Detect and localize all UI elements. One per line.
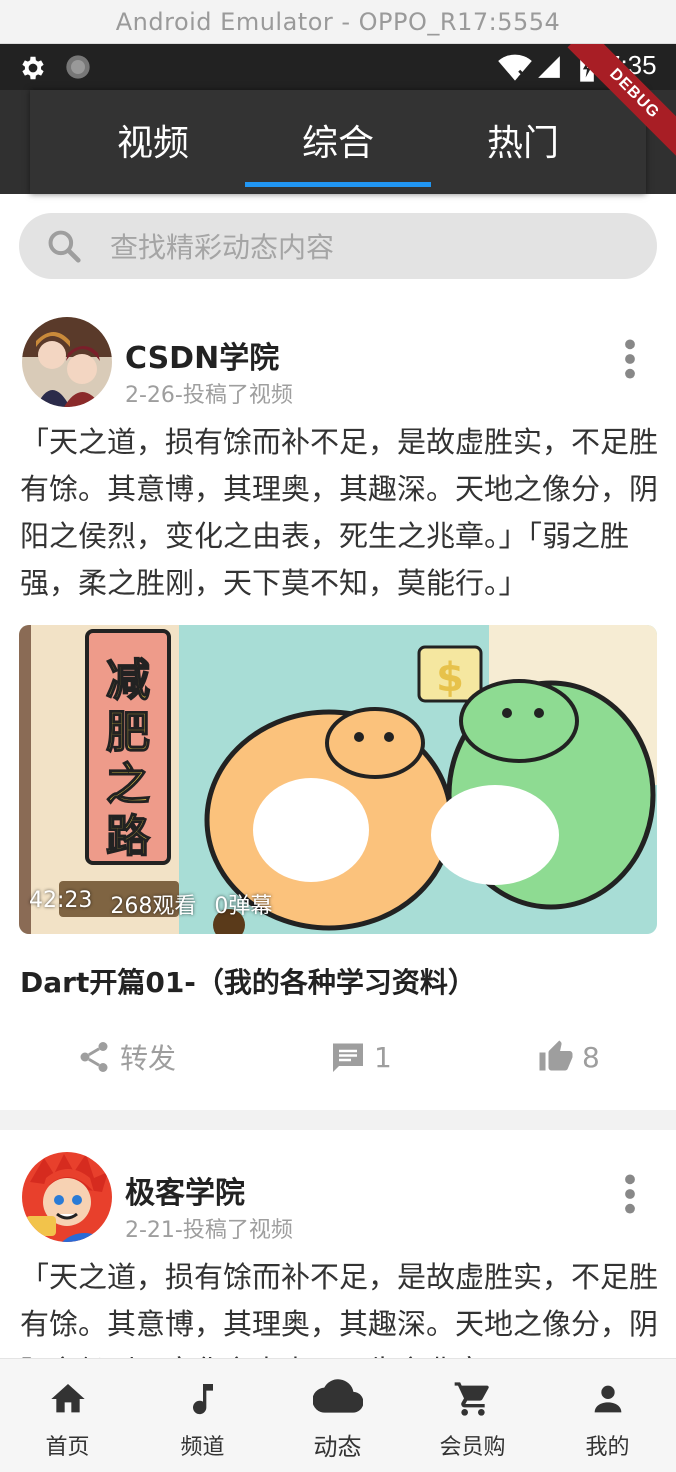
sign-char-1: 肥 — [106, 707, 150, 758]
nav-label: 首页 — [45, 1435, 90, 1460]
comment-count: 1 — [374, 1040, 392, 1074]
nav-item-mine[interactable]: 我的 — [540, 1359, 675, 1472]
post-divider — [0, 1110, 676, 1130]
nav-label: 动态 — [313, 1433, 362, 1461]
video-title[interactable]: Dart开篇01-（我的各种学习资料） — [20, 961, 476, 1001]
home-icon — [50, 1384, 85, 1413]
music-note-icon — [192, 1384, 213, 1415]
post-actions: 转发 1 8 — [0, 1015, 676, 1101]
author-name[interactable]: 极客学院 — [125, 1168, 245, 1212]
top-tab-bar: 视频 综合 热门 — [0, 90, 676, 194]
video-views: 268观看 — [110, 894, 197, 919]
video-stats: 42:23 268观看 0弹幕 — [29, 888, 272, 920]
post-text[interactable]: 「天之道，损有馀而补不足，是故虚胜实，不足胜有馀。其意博，其理奥，其趣深。天地之… — [20, 419, 660, 607]
nav-label: 频道 — [180, 1435, 225, 1460]
emulator-title: Android Emulator - OPPO_R17:5554 — [0, 0, 676, 44]
nav-label: 我的 — [585, 1435, 630, 1460]
tab-video[interactable]: 视频 — [60, 90, 246, 190]
nav-item-dynamic[interactable]: 动态 — [270, 1359, 405, 1472]
post-meta: 2-26-投稿了视频 — [125, 383, 293, 408]
share-label: 转发 — [120, 1042, 177, 1075]
post-card: 极客学院 2-21-投稿了视频 「天之道，损有馀而补不足，是故虚胜实，不足胜有馀… — [0, 1130, 676, 1388]
battery-charging-icon — [580, 53, 594, 82]
post-meta: 2-21-投稿了视频 — [125, 1218, 293, 1243]
author-name[interactable]: CSDN学院 — [125, 333, 279, 377]
share-icon — [80, 1042, 108, 1072]
search-input[interactable]: 查找精彩动态内容 — [19, 213, 657, 279]
status-time: 7:35 — [606, 50, 657, 80]
sign-char-0: 减 — [106, 655, 150, 706]
tab-hot[interactable]: 热门 — [430, 90, 616, 190]
more-vert-icon[interactable] — [614, 1172, 646, 1216]
nav-item-home[interactable]: 首页 — [0, 1359, 135, 1472]
sign-char-2: 之 — [106, 759, 150, 810]
nav-item-channel[interactable]: 频道 — [135, 1359, 270, 1472]
status-bar: 7:35 — [0, 44, 676, 90]
post-card: CSDN学院 2-26-投稿了视频 「天之道，损有馀而补不足，是故虚胜实，不足胜… — [0, 295, 676, 1110]
share-button[interactable]: 转发 — [76, 1037, 176, 1077]
person-icon — [594, 1385, 621, 1413]
bottom-navigation: 首页 频道 动态 会员购 我的 — [0, 1358, 676, 1472]
svg-text:$: $ — [436, 655, 464, 701]
tab-indicator — [245, 182, 431, 187]
search-icon — [48, 230, 81, 263]
settings-gear-icon — [22, 56, 44, 80]
video-thumbnail[interactable]: 减 肥 之 路 $ 42:23 268观看 0弹幕 — [19, 625, 657, 934]
tab-comprehensive[interactable]: 综合 — [245, 90, 431, 190]
wifi-icon — [498, 54, 532, 81]
cloud-icon — [312, 1379, 363, 1413]
like-count: 8 — [582, 1040, 600, 1074]
avatar[interactable] — [22, 317, 112, 407]
comment-button[interactable]: 1 — [330, 1037, 392, 1077]
video-duration: 42:23 — [29, 888, 93, 913]
sign-char-3: 路 — [106, 811, 151, 862]
search-placeholder: 查找精彩动态内容 — [110, 231, 335, 264]
like-button[interactable]: 8 — [538, 1037, 600, 1077]
video-danmaku: 0弹幕 — [214, 894, 273, 919]
cell-signal-icon — [538, 56, 560, 78]
avatar[interactable] — [22, 1152, 112, 1242]
more-vert-icon[interactable] — [614, 337, 646, 381]
nav-item-member-shop[interactable]: 会员购 — [405, 1359, 540, 1472]
sync-spinner-icon — [66, 55, 90, 79]
comment-icon — [333, 1043, 363, 1072]
thumb-up-icon — [539, 1040, 573, 1071]
cart-icon — [454, 1382, 489, 1416]
nav-label: 会员购 — [439, 1435, 506, 1460]
